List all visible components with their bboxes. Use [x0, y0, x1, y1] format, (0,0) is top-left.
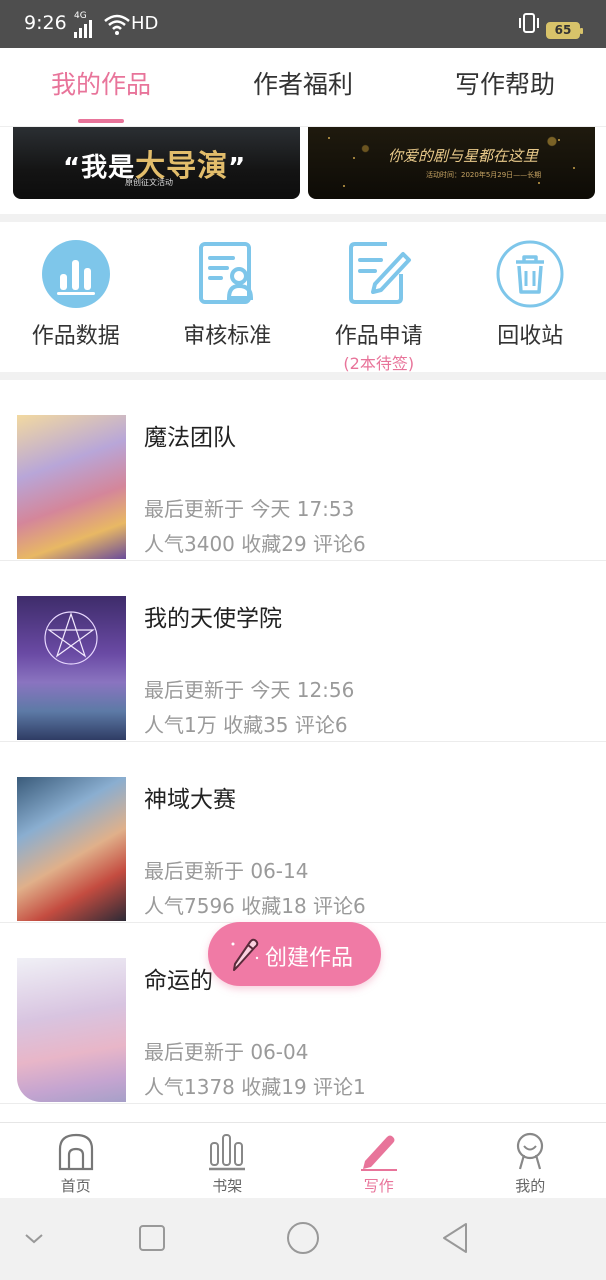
quick-actions: 作品数据 审核标准 作品申请 (2本待签) 回收站: [0, 222, 606, 373]
works-list: 魔法团队 最后更新于 今天 17:53 人气3400 收藏29 评论6 我的天使…: [0, 380, 606, 1122]
banner-stars[interactable]: 你爱的剧与星都在这里 活动时间：2020年5月29日——长期: [308, 127, 595, 199]
home-button-icon[interactable]: [286, 1220, 320, 1256]
work-title: 命运的: [144, 968, 213, 994]
trash-icon: [496, 240, 564, 308]
nav-label: 写作: [363, 1177, 394, 1195]
banner-subtitle: 原创征文活动: [125, 178, 173, 187]
nav-label: 首页: [60, 1177, 91, 1195]
edit-doc-icon: [348, 242, 411, 304]
action-recycle-bin[interactable]: 回收站: [455, 222, 606, 372]
work-title: 魔法团队: [144, 425, 236, 451]
tab-author-benefits[interactable]: 作者福利: [202, 48, 404, 126]
work-item[interactable]: 我的天使学院 最后更新于 今天 12:56 人气1万 收藏35 评论6: [0, 561, 606, 742]
work-stats: 人气1万 收藏35 评论6: [144, 713, 348, 737]
wifi-icon: [104, 14, 130, 35]
action-work-application[interactable]: 作品申请 (2本待签): [303, 222, 455, 373]
work-stats: 人气1378 收藏19 评论1: [144, 1075, 366, 1099]
nav-home[interactable]: 首页: [0, 1123, 152, 1198]
collapse-icon[interactable]: [22, 1220, 46, 1256]
tab-label: 我的作品: [50, 70, 151, 99]
work-title: 我的天使学院: [144, 606, 282, 632]
work-cover: [17, 777, 126, 921]
work-cover: [17, 958, 126, 1102]
nav-label: 我的: [515, 1177, 546, 1195]
create-work-label: 创建作品: [265, 946, 354, 971]
tab-my-works[interactable]: 我的作品: [0, 48, 202, 126]
tab-writing-help[interactable]: 写作帮助: [404, 48, 606, 126]
bottom-nav: 首页 书架 写作 我的: [0, 1122, 606, 1198]
work-updated: 最后更新于 今天 12:56: [144, 678, 355, 702]
work-stats: 人气3400 收藏29 评论6: [144, 532, 366, 556]
magic-circle-graphic: [44, 611, 98, 665]
work-item[interactable]: 神域大赛 最后更新于 06-14 人气7596 收藏18 评论6: [0, 742, 606, 923]
work-stats: 人气7596 收藏18 评论6: [144, 894, 366, 918]
nav-bookshelf[interactable]: 书架: [152, 1123, 304, 1198]
home-icon: [58, 1133, 93, 1171]
work-title: 神域大赛: [144, 787, 236, 813]
tab-label: 写作帮助: [454, 70, 555, 99]
work-cover: [17, 596, 126, 740]
pen-icon: [360, 1135, 397, 1171]
work-item[interactable]: 魔法团队 最后更新于 今天 17:53 人气3400 收藏29 评论6: [0, 380, 606, 561]
work-cover: [17, 415, 126, 559]
system-nav-bar: [0, 1198, 606, 1280]
banner-title: 你爱的剧与星都在这里: [388, 147, 539, 165]
pencil-icon: [231, 938, 259, 971]
vibrate-icon: [519, 13, 539, 33]
work-updated: 最后更新于 今天 17:53: [144, 497, 355, 521]
pending-sign-note: (2本待签): [343, 354, 415, 373]
status-time: 9:26: [24, 12, 67, 34]
hd-indicator: HD: [131, 13, 159, 34]
work-updated: 最后更新于 06-04: [144, 1040, 309, 1064]
action-label: 作品数据: [31, 324, 120, 349]
top-tabs: 我的作品 作者福利 写作帮助: [0, 48, 606, 126]
signal-icon: 4G: [74, 11, 92, 38]
network-type: 4G: [74, 11, 87, 21]
banner-carousel: “我是大导演” 原创征文活动 你爱的剧与星都在这里 活动时间：2020年5月29…: [0, 126, 606, 214]
action-label: 回收站: [497, 324, 564, 349]
back-icon[interactable]: [440, 1220, 470, 1256]
banner-director-contest[interactable]: “我是大导演” 原创征文活动: [13, 127, 300, 199]
nav-profile[interactable]: 我的: [455, 1123, 606, 1198]
status-bar: 9:26 4G HD 65: [0, 0, 606, 48]
review-icon: [199, 242, 254, 304]
action-work-data[interactable]: 作品数据: [0, 222, 152, 372]
action-review-standards[interactable]: 审核标准: [152, 222, 304, 372]
profile-icon: [517, 1132, 544, 1170]
recent-apps-icon[interactable]: [138, 1220, 166, 1256]
action-label: 审核标准: [183, 324, 272, 349]
tab-active-indicator: [78, 119, 124, 123]
nav-label: 书架: [212, 1177, 243, 1195]
chart-icon: [41, 240, 110, 308]
work-updated: 最后更新于 06-14: [144, 859, 309, 883]
tab-label: 作者福利: [252, 70, 353, 99]
battery-icon: 65: [546, 22, 583, 39]
action-label: 作品申请: [334, 324, 423, 349]
bookshelf-icon: [209, 1134, 246, 1171]
banner-subtitle: 活动时间：2020年5月29日——长期: [426, 171, 542, 179]
nav-write[interactable]: 写作: [303, 1123, 455, 1198]
create-work-button[interactable]: 创建作品: [208, 922, 381, 986]
